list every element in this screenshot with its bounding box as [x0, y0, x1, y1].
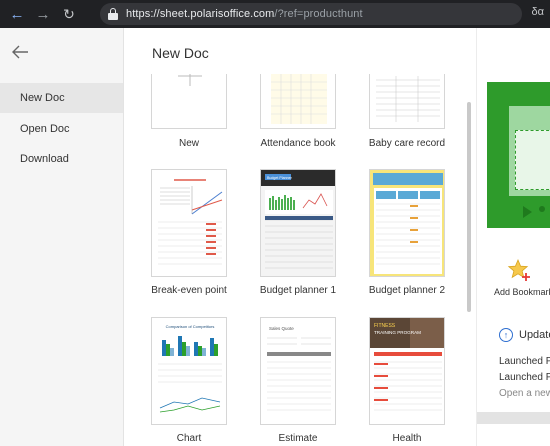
right-panel: Add Bookmark ↑ Update Launched P Launche…: [476, 28, 550, 446]
page-title: New Doc: [152, 45, 209, 61]
back-arrow-icon[interactable]: [10, 42, 30, 62]
template-thumbnail[interactable]: [260, 74, 336, 129]
template-thumbnail[interactable]: [369, 74, 445, 129]
address-bar[interactable]: https://sheet.polarisoffice.com/?ref=pro…: [100, 3, 522, 25]
budget-planner-tag: Budget Planner: [267, 176, 293, 180]
update-label: Update: [519, 329, 550, 341]
health-thumb-title-1: FITNESS: [374, 323, 396, 329]
arrow-up-icon: ↑: [499, 328, 513, 342]
star-bookmark-icon[interactable]: [507, 258, 531, 282]
template-gallery: New Doc New Attendance book Baby care re…: [124, 28, 476, 446]
sidebar-item-open-doc[interactable]: Open Doc: [0, 114, 123, 144]
chart-thumb-title: Comparison of Competitors: [166, 324, 215, 329]
template-thumbnail[interactable]: [369, 169, 445, 277]
sidebar-item-new-doc[interactable]: New Doc: [0, 83, 123, 113]
vertical-scrollbar[interactable]: [467, 102, 471, 312]
update-item[interactable]: Launched P: [499, 372, 550, 383]
template-thumbnail[interactable]: FITNESS TRAINING PROGRAM: [369, 317, 445, 425]
template-label: Break-even point: [151, 285, 227, 296]
template-thumbnail[interactable]: Sales Quote: [260, 317, 336, 425]
back-arrow-icon[interactable]: ←: [4, 0, 30, 28]
estimate-thumb-title: Sales Quote: [269, 326, 294, 331]
template-label: Chart: [176, 433, 202, 444]
lock-icon: [108, 8, 118, 20]
update-item[interactable]: Launched P: [499, 356, 550, 367]
template-label: Attendance book: [260, 138, 336, 149]
browser-toolbar: ← → ↻ https://sheet.polarisoffice.com/?r…: [0, 0, 550, 28]
template-label: Budget planner 1: [259, 285, 337, 296]
horizontal-scrollbar[interactable]: [477, 412, 550, 424]
add-bookmark-label[interactable]: Add Bookmark: [494, 287, 550, 297]
template-label: New: [178, 138, 199, 149]
template-label: Baby care record: [368, 138, 446, 149]
url-text: https://sheet.polarisoffice.com/?ref=pro…: [126, 8, 363, 20]
play-icon[interactable]: [523, 206, 532, 218]
health-thumb-title-2: TRAINING PROGRAM: [374, 330, 421, 335]
update-header[interactable]: ↑ Update: [499, 328, 550, 342]
template-thumbnail[interactable]: Budget Planner: [260, 169, 336, 277]
promo-banner[interactable]: [487, 82, 550, 228]
sidebar-item-download[interactable]: Download: [0, 144, 123, 174]
carousel-dot[interactable]: [539, 206, 545, 212]
forward-arrow-icon[interactable]: →: [30, 0, 56, 28]
reload-icon[interactable]: ↻: [56, 0, 82, 28]
template-label: Budget planner 2: [368, 285, 446, 296]
template-thumbnail[interactable]: [151, 169, 227, 277]
template-label: Health: [392, 433, 422, 444]
template-label: Estimate: [278, 433, 318, 444]
sidebar: New Doc Open Doc Download: [0, 28, 124, 446]
extension-icon[interactable]: δα: [532, 6, 544, 18]
update-item[interactable]: Open a new: [499, 388, 550, 399]
template-thumbnail[interactable]: [151, 74, 227, 129]
template-thumbnail[interactable]: Comparison of Competitors: [151, 317, 227, 425]
